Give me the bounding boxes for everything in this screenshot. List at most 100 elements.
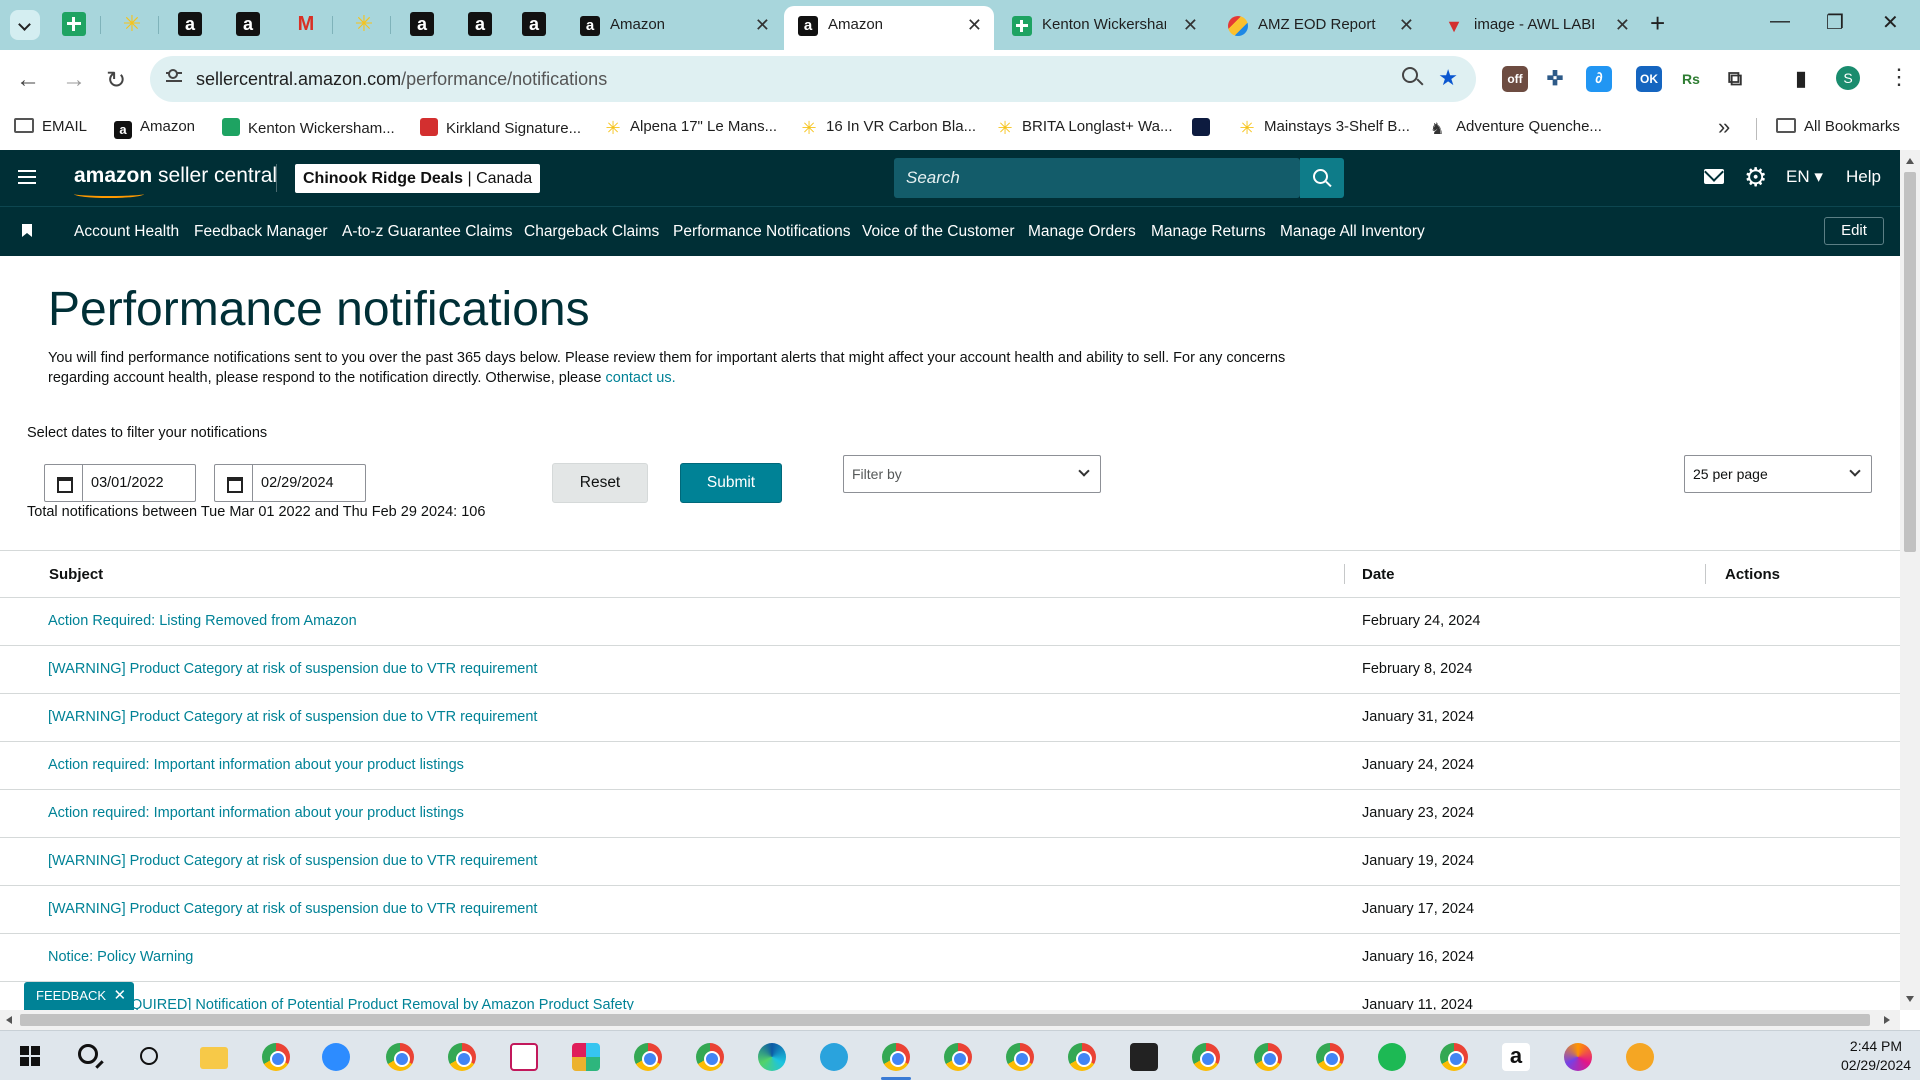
spotify-icon[interactable] bbox=[1378, 1043, 1406, 1071]
submit-button[interactable]: Submit bbox=[680, 463, 782, 503]
pinned-tab-gmail-icon[interactable]: M bbox=[294, 12, 318, 36]
tab-search-button[interactable] bbox=[10, 10, 40, 40]
seller-central-logo[interactable]: amazon seller central bbox=[74, 164, 277, 188]
scroll-left-arrow-icon[interactable] bbox=[6, 1016, 12, 1024]
scroll-down-arrow-icon[interactable] bbox=[1906, 996, 1914, 1002]
url-text[interactable]: sellercentral.amazon.com/performance/not… bbox=[196, 69, 607, 90]
calendar-icon[interactable] bbox=[215, 465, 253, 501]
notification-subject-link[interactable]: Action required: Important information a… bbox=[48, 757, 464, 773]
zoom-icon[interactable] bbox=[322, 1043, 350, 1071]
file-explorer-icon[interactable] bbox=[200, 1047, 228, 1069]
chrome-profile-icon[interactable] bbox=[1192, 1043, 1220, 1071]
nav-feedback-manager[interactable]: Feedback Manager bbox=[194, 223, 328, 241]
extension-off-icon[interactable]: off bbox=[1502, 66, 1528, 92]
mail-icon[interactable] bbox=[1704, 169, 1724, 184]
chrome-profile-icon[interactable] bbox=[1316, 1043, 1344, 1071]
tab-image-awl-label[interactable]: ▼ image - AWL LABEL ✕ bbox=[1430, 6, 1642, 50]
side-panel-icon[interactable]: ▮ bbox=[1788, 66, 1814, 92]
extensions-puzzle-icon[interactable]: ⧉ bbox=[1722, 66, 1748, 92]
close-icon[interactable]: ✕ bbox=[114, 982, 127, 1010]
bookmark-alpena[interactable]: ✳ Alpena 17" Le Mans... bbox=[604, 118, 777, 137]
notification-subject-link[interactable]: [WARNING] Product Category at risk of su… bbox=[48, 709, 537, 725]
scroll-up-arrow-icon[interactable] bbox=[1906, 158, 1914, 164]
edge-icon[interactable] bbox=[758, 1043, 786, 1071]
nav-manage-returns[interactable]: Manage Returns bbox=[1151, 223, 1266, 241]
search-input[interactable] bbox=[894, 158, 1300, 198]
extension-ok-icon[interactable]: OK bbox=[1636, 66, 1662, 92]
search-button-icon[interactable] bbox=[1300, 158, 1344, 198]
edit-nav-button[interactable]: Edit bbox=[1824, 217, 1884, 245]
tab-amz-eod-report[interactable]: AMZ EOD Report ✕ bbox=[1214, 6, 1426, 50]
chrome-profile-icon[interactable] bbox=[1254, 1043, 1282, 1071]
nav-manage-all-inventory[interactable]: Manage All Inventory bbox=[1280, 223, 1425, 241]
nav-performance-notifications[interactable]: Performance Notifications bbox=[673, 223, 850, 241]
telegram-icon[interactable] bbox=[820, 1043, 848, 1071]
bookmark-chart[interactable] bbox=[1192, 118, 1218, 137]
amazon-app-icon[interactable]: a bbox=[1502, 1043, 1530, 1071]
filter-by-select[interactable]: Filter by bbox=[843, 455, 1101, 493]
snipping-tool-icon[interactable] bbox=[510, 1043, 538, 1071]
bookmark-brita[interactable]: ✳ BRITA Longlast+ Wa... bbox=[996, 118, 1172, 137]
close-icon[interactable]: ✕ bbox=[755, 15, 770, 36]
vertical-scroll-thumb[interactable] bbox=[1904, 172, 1916, 552]
tab-amazon-active[interactable]: a Amazon ✕ bbox=[784, 6, 994, 50]
contact-us-link[interactable]: contact us. bbox=[606, 370, 676, 386]
nav-chargeback-claims[interactable]: Chargeback Claims bbox=[524, 223, 659, 241]
all-bookmarks[interactable]: All Bookmarks bbox=[1776, 118, 1900, 135]
chrome-profile-icon[interactable] bbox=[1068, 1043, 1096, 1071]
bookmark-amazon[interactable]: a Amazon bbox=[114, 118, 195, 139]
horizontal-scroll-thumb[interactable] bbox=[20, 1014, 1870, 1026]
close-icon[interactable]: ✕ bbox=[1183, 15, 1198, 36]
close-icon[interactable]: ✕ bbox=[1399, 15, 1414, 36]
chrome-icon[interactable] bbox=[262, 1043, 290, 1071]
zoom-icon[interactable] bbox=[1402, 67, 1418, 83]
scroll-right-arrow-icon[interactable] bbox=[1884, 1016, 1890, 1024]
app-hat-icon[interactable] bbox=[1626, 1043, 1654, 1071]
pinned-tab-sheets-icon[interactable] bbox=[62, 12, 86, 36]
bookmark-adventure[interactable]: ♞ Adventure Quenche... bbox=[1430, 118, 1602, 139]
notification-subject-link[interactable]: [WARNING] Product Category at risk of su… bbox=[48, 661, 537, 677]
nav-manage-orders[interactable]: Manage Orders bbox=[1028, 223, 1136, 241]
forward-arrow-icon[interactable]: → bbox=[62, 66, 86, 94]
nav-a-to-z-claims[interactable]: A-to-z Guarantee Claims bbox=[342, 223, 513, 241]
windows-start-icon[interactable] bbox=[20, 1046, 40, 1066]
nav-voice-of-customer[interactable]: Voice of the Customer bbox=[862, 223, 1015, 241]
language-selector[interactable]: EN ▾ bbox=[1786, 167, 1823, 187]
bookmark-mainstays[interactable]: ✳ Mainstays 3-Shelf B... bbox=[1238, 118, 1409, 137]
extension-gamepad-icon[interactable]: ✜ bbox=[1542, 66, 1568, 92]
task-view-icon[interactable] bbox=[140, 1047, 158, 1065]
bookmark-kirkland[interactable]: Kirkland Signature... bbox=[420, 118, 581, 137]
chrome-profile-icon[interactable] bbox=[944, 1043, 972, 1071]
window-close-icon[interactable]: ✕ bbox=[1882, 10, 1899, 35]
bookmark-kenton[interactable]: Kenton Wickersham... bbox=[222, 118, 395, 137]
column-header-subject[interactable]: Subject bbox=[49, 566, 103, 583]
site-info-icon[interactable] bbox=[164, 67, 186, 89]
hamburger-menu-icon[interactable] bbox=[18, 170, 36, 184]
chrome-profile-icon[interactable] bbox=[1440, 1043, 1468, 1071]
pinned-tab-amazon-icon[interactable]: a bbox=[236, 12, 260, 36]
bookmark-email[interactable]: EMAIL bbox=[14, 118, 87, 135]
more-bookmarks-chevron-icon[interactable]: » bbox=[1718, 114, 1730, 140]
pinned-tab-amazon-icon[interactable]: a bbox=[178, 12, 202, 36]
system-clock[interactable]: 2:44 PM 02/29/2024 bbox=[1838, 1037, 1914, 1075]
browser-menu-icon[interactable]: ⋮ bbox=[1888, 64, 1910, 90]
calendar-icon[interactable] bbox=[45, 465, 83, 501]
minimize-icon[interactable]: — bbox=[1770, 10, 1790, 33]
notification-subject-link[interactable]: Action Required: Listing Removed from Am… bbox=[48, 613, 357, 629]
tab-kenton-wickersham[interactable]: Kenton Wickersham ✕ bbox=[998, 6, 1210, 50]
new-tab-plus-icon[interactable]: + bbox=[1650, 8, 1665, 39]
start-date-input[interactable] bbox=[83, 465, 195, 501]
reload-icon[interactable]: ↻ bbox=[106, 66, 126, 95]
firefox-icon[interactable] bbox=[1564, 1043, 1592, 1071]
pinned-tab-amazon-icon[interactable]: a bbox=[468, 12, 492, 36]
column-header-date[interactable]: Date bbox=[1362, 566, 1395, 583]
feedback-tab[interactable]: FEEDBACK ✕ bbox=[24, 982, 135, 1010]
chrome-profile-icon[interactable] bbox=[448, 1043, 476, 1071]
chrome-profile-icon[interactable] bbox=[386, 1043, 414, 1071]
vertical-scrollbar[interactable] bbox=[1900, 150, 1920, 1010]
chrome-profile-icon[interactable] bbox=[696, 1043, 724, 1071]
sticky-notes-icon[interactable] bbox=[1130, 1043, 1158, 1071]
notification-subject-link[interactable]: [WARNING] Product Category at risk of su… bbox=[48, 853, 537, 869]
notification-subject-link[interactable]: Action required: Important information a… bbox=[48, 805, 464, 821]
address-bar[interactable]: sellercentral.amazon.com/performance/not… bbox=[150, 56, 1476, 102]
